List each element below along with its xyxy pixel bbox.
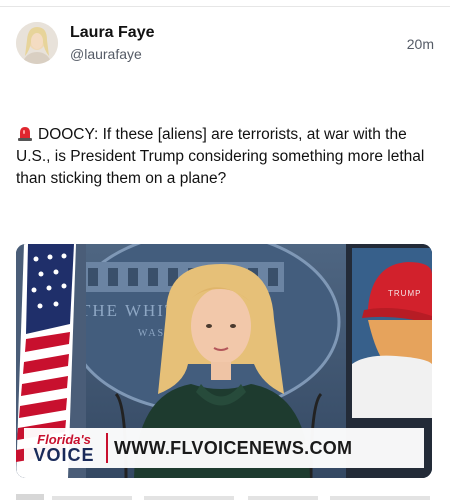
author-name[interactable]: Laura Faye bbox=[70, 24, 154, 42]
brand-top: Florida's bbox=[37, 431, 91, 447]
timestamp[interactable]: 20m bbox=[407, 36, 434, 52]
hat-text: TRUMP bbox=[388, 289, 421, 298]
post-paragraph-1: DOOCY: If these [aliens] are terrorists,… bbox=[16, 124, 436, 190]
post-paragraph-1-text: DOOCY: If these [aliens] are terrorists,… bbox=[16, 126, 429, 187]
video-thumbnail[interactable]: THE WHITE HOUSE WASHINGTON bbox=[16, 244, 432, 478]
brand-bottom: VOICE bbox=[33, 444, 95, 465]
brand-divider bbox=[106, 433, 108, 463]
brand-logo: Florida's VOICE bbox=[24, 428, 104, 468]
author-handle[interactable]: @laurafaye bbox=[70, 46, 142, 62]
news-banner: Florida's VOICE WWW.FLVOICENEWS.COM bbox=[24, 428, 424, 468]
post[interactable]: Laura Faye @laurafaye 20m DOOCY: If thes… bbox=[0, 0, 450, 500]
site-url: WWW.FLVOICENEWS.COM bbox=[114, 437, 353, 458]
avatar[interactable] bbox=[16, 22, 58, 64]
siren-icon bbox=[16, 124, 34, 142]
next-content-strip bbox=[16, 494, 430, 500]
